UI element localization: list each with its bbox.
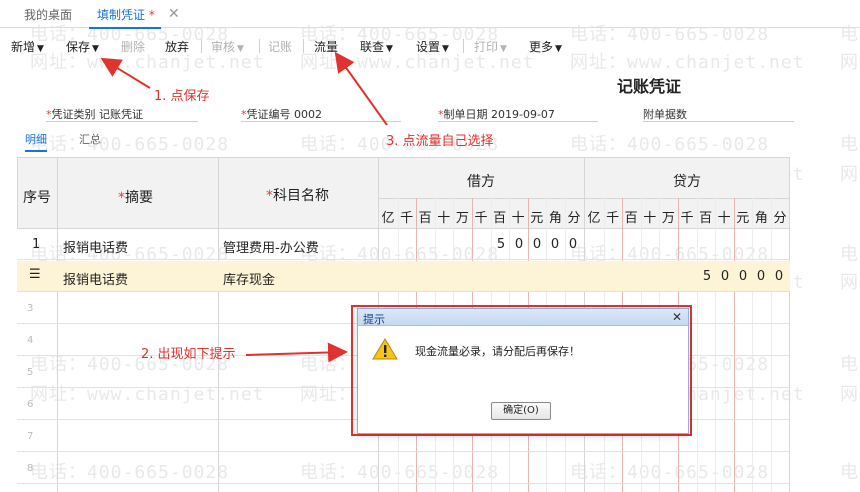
annotation-step2: 2. 出现如下提示 [141, 347, 236, 362]
arrow-to-dialog [245, 342, 348, 363]
annotation-step1: 1. 点保存 [154, 89, 210, 104]
dialog-title: 提示 [363, 313, 385, 326]
ok-button[interactable]: 确定(O) [491, 402, 551, 420]
prompt-dialog: 提示 ✕ 现金流量必录，请分配后再保存！ 确定(O) [357, 308, 689, 434]
warning-icon [372, 338, 398, 360]
close-icon[interactable]: ✕ [672, 310, 682, 324]
dialog-titlebar[interactable]: 提示 ✕ [358, 309, 688, 326]
annotation-step3: 3. 点流量自己选择 [386, 134, 494, 149]
voucher-page: 电话：400-665-0028 网址：www.chanjet.net 电话：40… [0, 0, 860, 492]
dialog-message: 现金流量必录，请分配后再保存！ [415, 345, 580, 358]
arrow-to-cashflow [334, 51, 388, 126]
arrow-to-save [100, 57, 151, 89]
